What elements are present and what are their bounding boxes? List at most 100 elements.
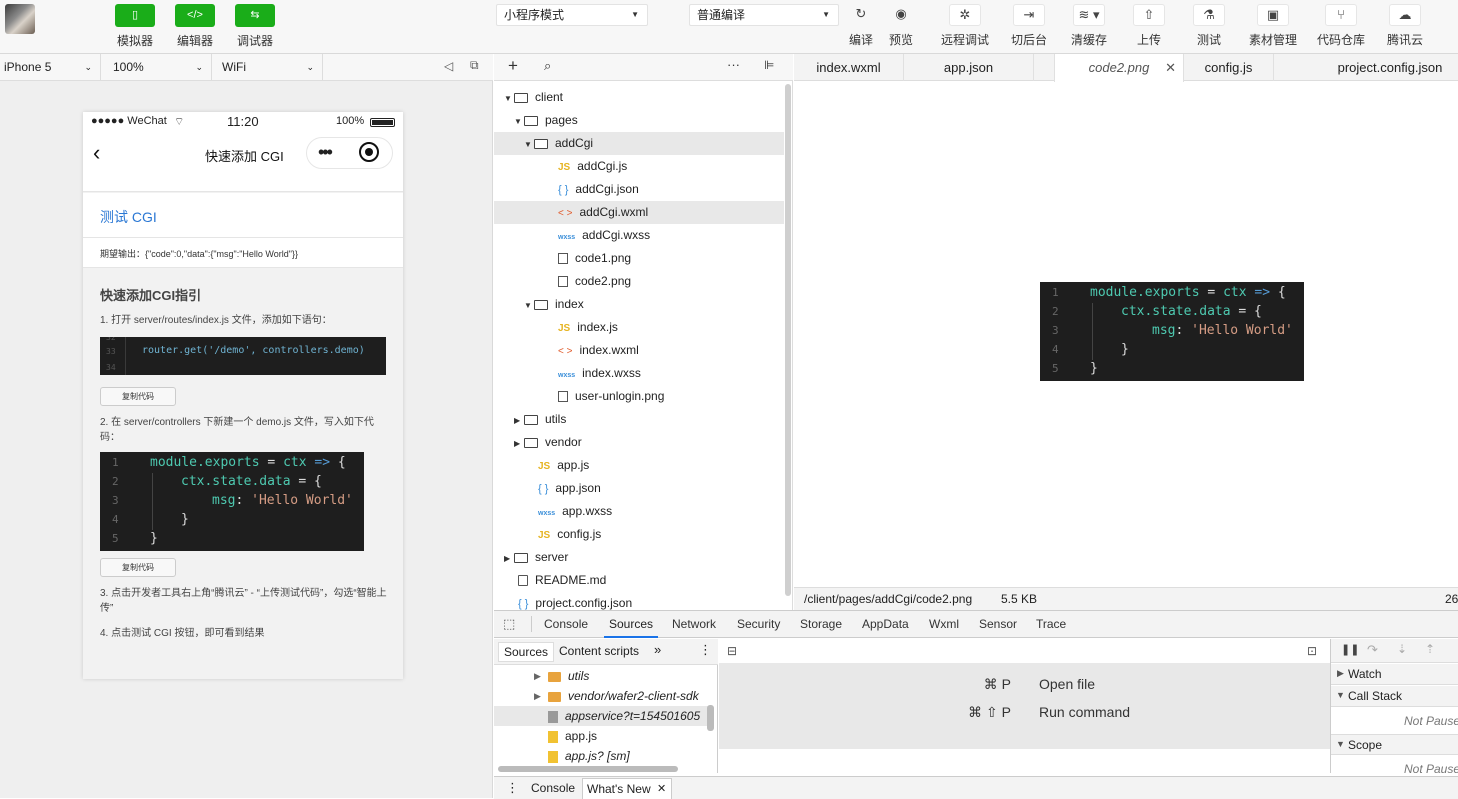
toggle-navigator-icon[interactable]: ⊟ xyxy=(727,644,737,658)
editor-toggle-button[interactable]: </> 编辑器 xyxy=(165,4,225,49)
file-tree-item[interactable]: { } addCgi.json xyxy=(494,178,784,201)
file-tree-item[interactable]: { } app.json xyxy=(494,477,784,500)
tab-trace[interactable]: Trace xyxy=(1036,611,1066,638)
source-item[interactable]: app.js? [sm] xyxy=(494,746,710,766)
file-tree-scrollbar[interactable] xyxy=(785,84,791,596)
network-select[interactable]: WiFi ⌄ xyxy=(218,54,323,80)
file-tree-item[interactable]: JS addCgi.js xyxy=(494,155,784,178)
toggle-debugger-icon[interactable]: ⊡ xyxy=(1307,644,1317,658)
file-tree-item[interactable]: ▼ client xyxy=(494,86,784,109)
caret-right-icon[interactable]: ▶ xyxy=(534,686,541,706)
tab-project-config-json[interactable]: project.config.json xyxy=(1322,54,1458,81)
sources-horizontal-scrollbar[interactable] xyxy=(498,766,678,772)
file-tree-item[interactable]: JS config.js xyxy=(494,523,784,546)
inspect-element-icon[interactable]: ⬚ xyxy=(503,616,515,632)
tab-network[interactable]: Network xyxy=(672,611,716,638)
file-tree-item[interactable]: ▼ addCgi xyxy=(494,132,784,155)
tab-code2-png[interactable]: code2.png ✕ xyxy=(1054,54,1184,82)
compile-select[interactable]: 普通编译 ▼ xyxy=(689,4,839,26)
source-item[interactable]: ▶ vendor/wafer2-client-sdk xyxy=(494,686,710,706)
close-miniprogram-icon[interactable] xyxy=(359,142,379,162)
scope-section[interactable]: ▼ Scope xyxy=(1331,734,1458,755)
step-over-icon[interactable]: ↷ xyxy=(1367,642,1378,658)
remote-debug-button[interactable]: ✲ 远程调试 xyxy=(935,4,995,48)
tab-storage[interactable]: Storage xyxy=(800,611,842,638)
speaker-icon[interactable]: ◁ xyxy=(444,59,453,73)
more-options-icon[interactable]: ··· xyxy=(727,57,740,72)
caret-down-icon[interactable]: ▼ xyxy=(524,294,534,317)
tencent-cloud-button[interactable]: ☁ 腾讯云 xyxy=(1375,4,1435,48)
file-tree-item[interactable]: README.md xyxy=(494,569,784,592)
caret-right-icon[interactable]: ▶ xyxy=(534,666,541,686)
file-tree-item[interactable]: < > addCgi.wxml xyxy=(494,201,784,224)
clear-cache-button[interactable]: ≋ ▾ 清缓存 xyxy=(1059,4,1119,48)
caret-down-icon[interactable]: ▼ xyxy=(524,133,534,156)
call-stack-section[interactable]: ▼ Call Stack xyxy=(1331,686,1458,707)
source-item[interactable]: app.js xyxy=(494,726,710,746)
caret-right-icon[interactable]: ▶ xyxy=(514,432,524,455)
file-tree-item[interactable]: code1.png xyxy=(494,247,784,270)
tab-config-js[interactable]: config.js xyxy=(1184,54,1274,81)
search-icon[interactable]: ⌕ xyxy=(544,58,551,74)
drawer-whats-new-tab[interactable]: What's New ✕ xyxy=(582,778,672,799)
sources-vertical-scrollbar[interactable] xyxy=(707,705,714,731)
tab-security[interactable]: Security xyxy=(737,611,780,638)
tab-app-json[interactable]: app.json xyxy=(904,54,1034,81)
file-tree-item[interactable]: code2.png xyxy=(494,270,784,293)
tab-appdata[interactable]: AppData xyxy=(862,611,909,638)
back-arrow-icon[interactable]: ‹ xyxy=(93,140,100,166)
tab-sources[interactable]: Sources xyxy=(604,611,659,638)
file-tree-item[interactable]: ▼ index xyxy=(494,293,784,316)
device-select[interactable]: iPhone 5 ⌄ xyxy=(0,54,101,80)
caret-down-icon[interactable]: ▼ xyxy=(504,87,514,110)
file-tree-item[interactable]: ▶ vendor xyxy=(494,431,784,454)
source-item[interactable]: appservice?t=154501605 xyxy=(494,706,710,726)
tab-sensor[interactable]: Sensor xyxy=(979,611,1017,638)
add-file-icon[interactable]: + xyxy=(508,56,518,76)
more-tabs-icon[interactable]: » xyxy=(654,642,661,657)
collapse-panel-icon[interactable]: ⊫ xyxy=(764,58,774,72)
caret-right-icon[interactable]: ▶ xyxy=(504,547,514,570)
caret-right-icon[interactable]: ▶ xyxy=(514,409,524,432)
file-tree-item[interactable]: < > index.wxml xyxy=(494,339,784,362)
popout-icon[interactable]: ⧉ xyxy=(470,58,479,73)
watch-section[interactable]: ▶ Watch xyxy=(1331,664,1458,685)
file-tree-item[interactable]: wxss index.wxss xyxy=(494,362,784,385)
close-icon[interactable]: ✕ xyxy=(657,782,666,795)
debugger-toggle-button[interactable]: ⇆ 调试器 xyxy=(225,4,285,49)
zoom-select[interactable]: 100% ⌄ xyxy=(109,54,212,80)
simulator-toggle-button[interactable]: ▯ 模拟器 xyxy=(105,4,165,49)
copy-code-button[interactable]: 复制代码 xyxy=(100,558,176,577)
file-tree-item[interactable]: wxss app.wxss xyxy=(494,500,784,523)
drawer-menu-icon[interactable]: ⋮ xyxy=(506,780,519,796)
file-tree-item[interactable]: ▶ utils xyxy=(494,408,784,431)
more-dots-icon[interactable]: ••• xyxy=(318,142,333,162)
repo-button[interactable]: ⑂ 代码仓库 xyxy=(1311,4,1371,48)
close-icon[interactable]: ✕ xyxy=(1165,54,1176,81)
file-tree-item[interactable]: JS app.js xyxy=(494,454,784,477)
caret-down-icon[interactable]: ▼ xyxy=(514,110,524,133)
step-out-icon[interactable]: ⇡ xyxy=(1425,642,1435,656)
file-tree-item[interactable]: user-unlogin.png xyxy=(494,385,784,408)
file-tree-item[interactable]: JS index.js xyxy=(494,316,784,339)
test-button[interactable]: ⚗ 测试 xyxy=(1179,4,1239,48)
subtab-sources[interactable]: Sources xyxy=(498,642,555,662)
file-tree-item[interactable]: ▶ server xyxy=(494,546,784,569)
mode-select[interactable]: 小程序模式 ▼ xyxy=(496,4,648,26)
kebab-menu-icon[interactable]: ⋮ xyxy=(699,642,712,658)
preview-button[interactable]: ◉ 预览 xyxy=(871,4,931,48)
source-item[interactable]: ▶ utils xyxy=(494,666,710,686)
drawer-console-tab[interactable]: Console xyxy=(531,781,575,795)
tab-console[interactable]: Console xyxy=(544,611,588,638)
copy-code-button[interactable]: 复制代码 xyxy=(100,387,176,406)
subtab-content-scripts[interactable]: Content scripts xyxy=(559,644,639,658)
user-avatar[interactable] xyxy=(5,4,35,34)
file-tree-item[interactable]: ▼ pages xyxy=(494,109,784,132)
tab-index-wxml[interactable]: index.wxml xyxy=(794,54,904,81)
step-into-icon[interactable]: ⇣ xyxy=(1397,642,1407,656)
background-button[interactable]: ⇥ 切后台 xyxy=(999,4,1059,48)
file-tree-item[interactable]: wxss addCgi.wxss xyxy=(494,224,784,247)
upload-button[interactable]: ⇧ 上传 xyxy=(1119,4,1179,48)
test-cgi-button[interactable]: 测试 CGI xyxy=(100,207,157,227)
pause-icon[interactable]: ❚❚ xyxy=(1341,643,1359,656)
